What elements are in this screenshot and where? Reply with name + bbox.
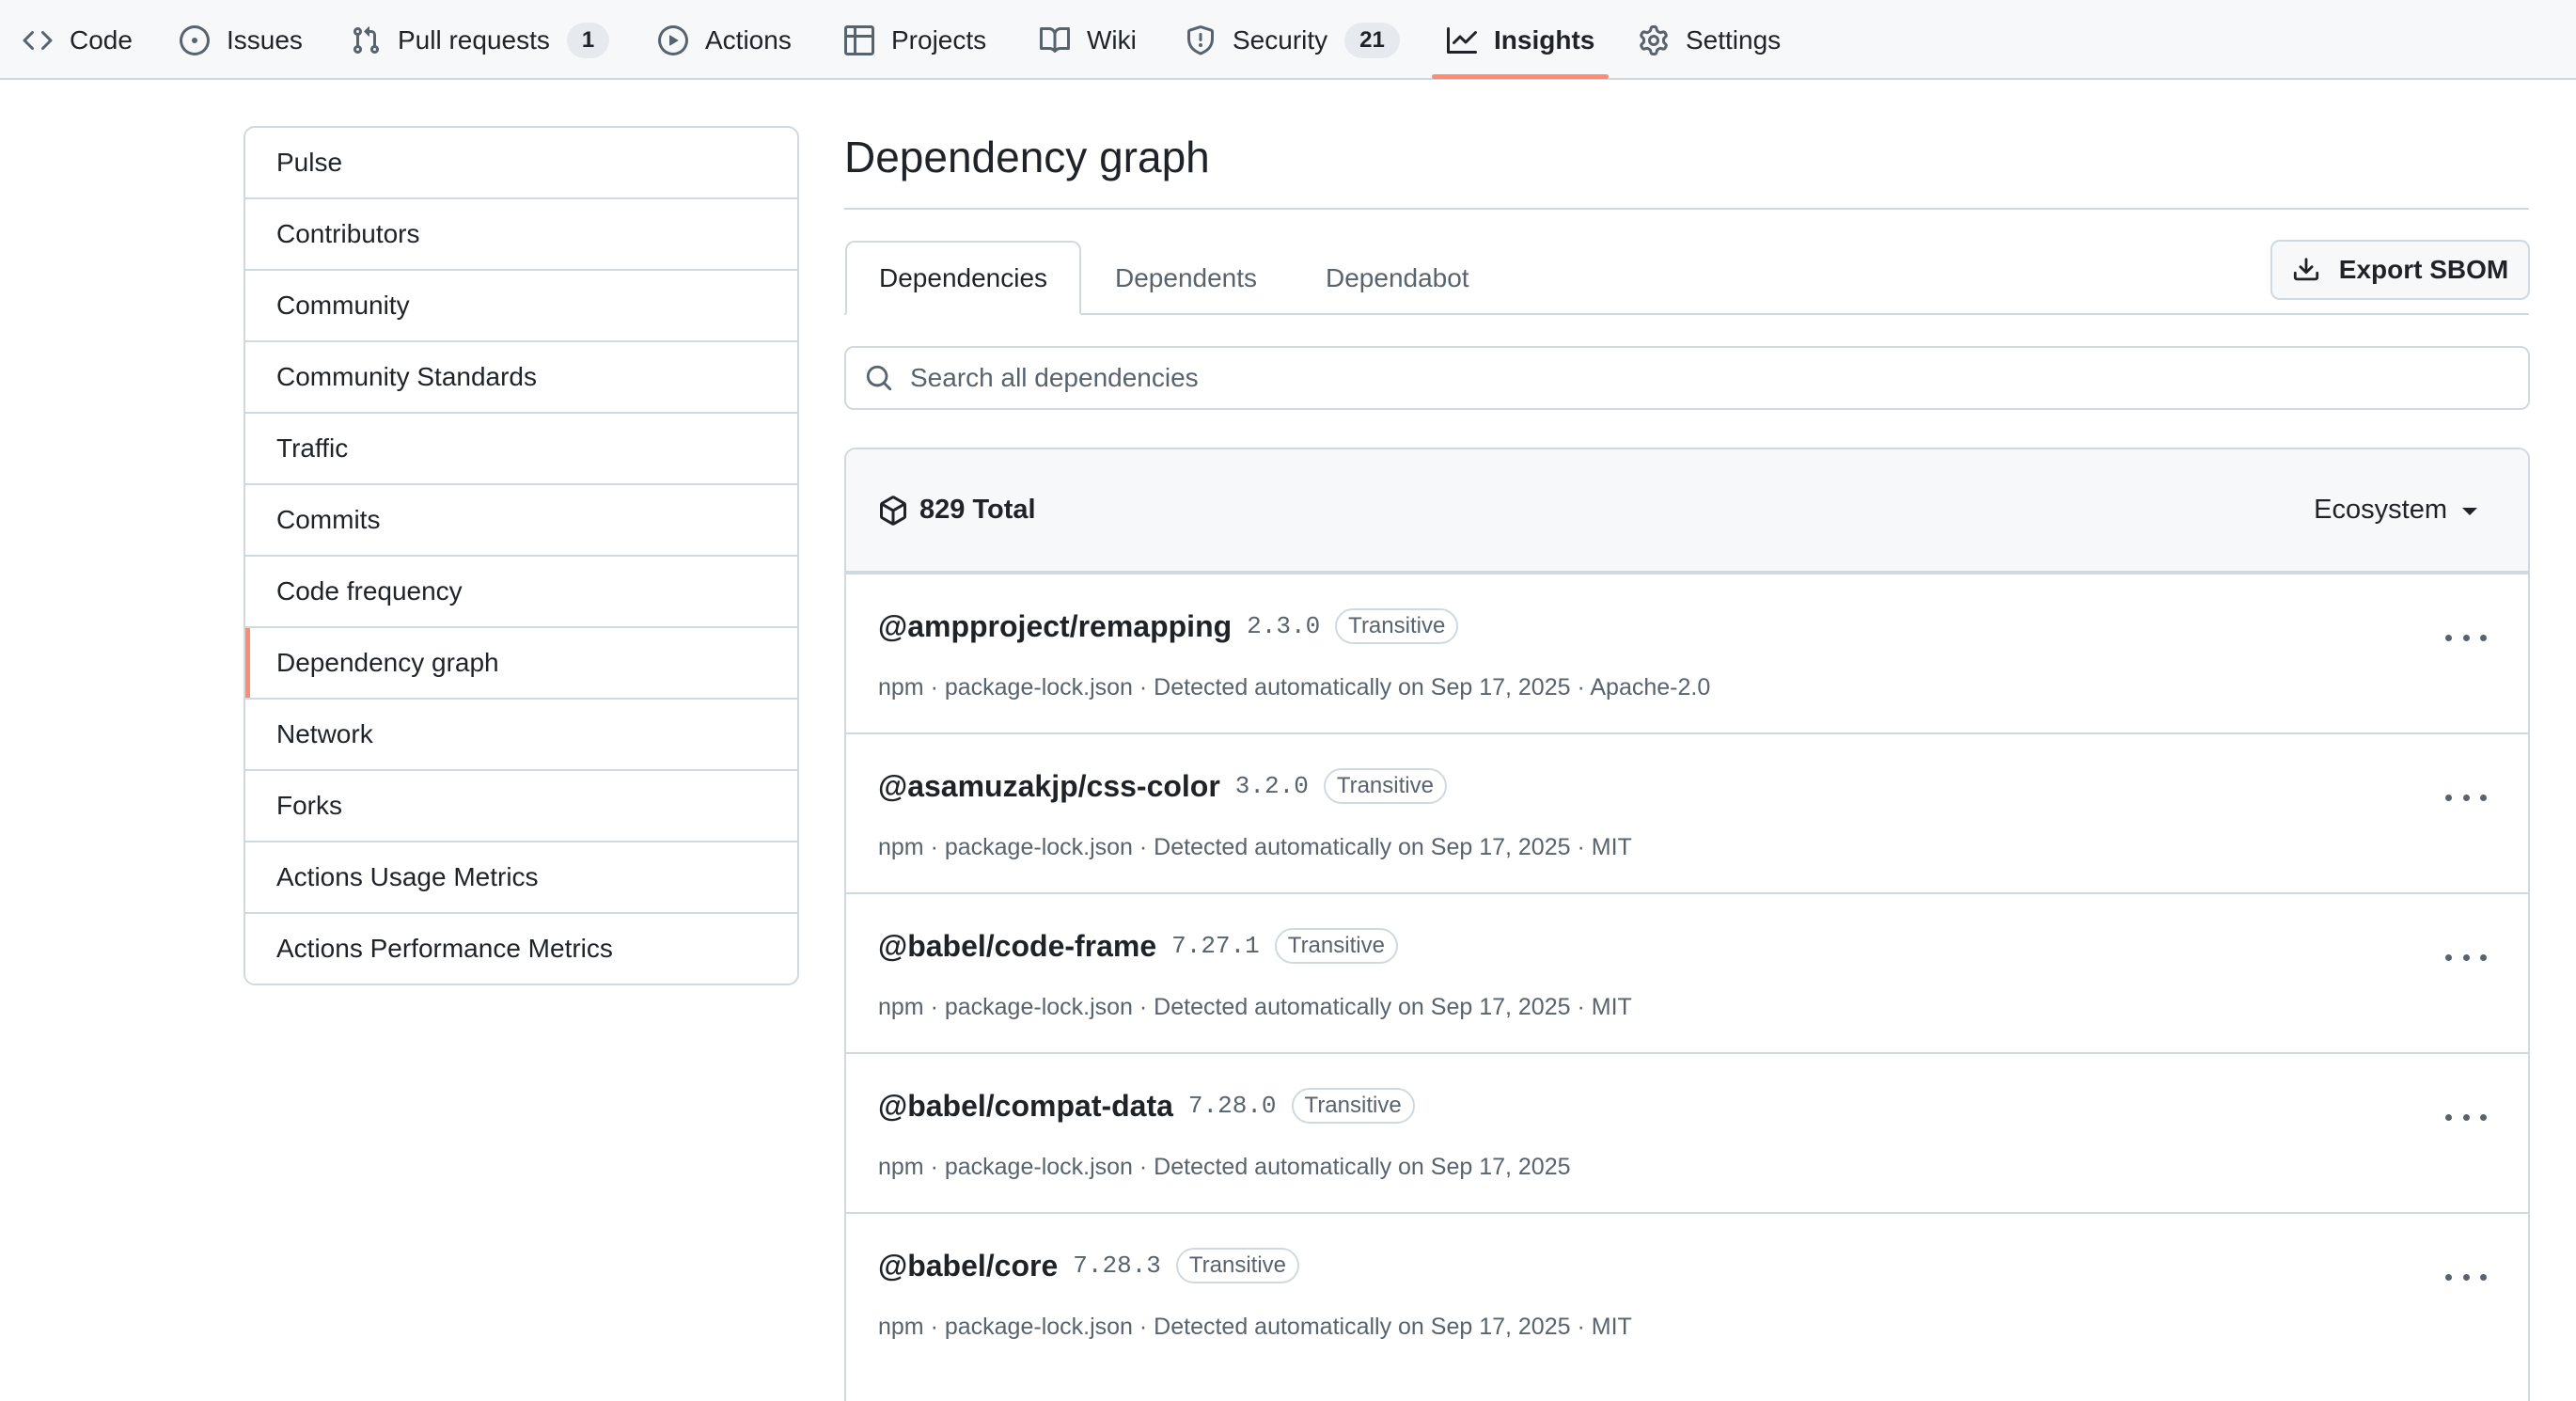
nav-security-label: Security — [1233, 24, 1328, 55]
search-icon — [866, 365, 892, 391]
dependency-name[interactable]: @asamuzakjp/css-color — [878, 769, 1220, 804]
dependency-list-header: 829 Total Ecosystem — [846, 449, 2528, 573]
ecosystem-label: Ecosystem — [2314, 495, 2447, 525]
page-title: Dependency graph — [844, 133, 1210, 181]
dependency-row: @babel/code-frame 7.27.1 Transitive npm … — [846, 892, 2528, 1052]
sidebar-item-network[interactable]: Network — [245, 698, 797, 769]
pull-requests-count: 1 — [566, 22, 610, 58]
sidebar-item-actions-usage-metrics[interactable]: Actions Usage Metrics — [245, 841, 797, 912]
kebab-horizontal-icon[interactable] — [2445, 941, 2487, 973]
sidebar-item-forks[interactable]: Forks — [245, 769, 797, 841]
title-divider — [844, 208, 2529, 210]
dependency-name[interactable]: @babel/code-frame — [878, 929, 1156, 964]
nav-settings-label: Settings — [1686, 24, 1782, 55]
nav-security[interactable]: Security 21 — [1186, 0, 1400, 80]
book-icon — [1040, 26, 1070, 53]
nav-actions[interactable]: Actions — [658, 0, 792, 80]
repo-nav: Code Issues Pull requests 1 Actions Proj… — [0, 0, 2576, 80]
nav-projects[interactable]: Projects — [844, 0, 986, 80]
nav-actions-label: Actions — [705, 24, 792, 55]
kebab-horizontal-icon[interactable] — [2445, 1261, 2487, 1293]
pull-request-icon — [353, 25, 380, 54]
export-sbom-label: Export SBOM — [2338, 255, 2509, 284]
nav-wiki[interactable]: Wiki — [1040, 0, 1137, 80]
nav-pull-requests[interactable]: Pull requests 1 — [351, 0, 610, 80]
nav-issues[interactable]: Issues — [180, 0, 303, 80]
dependency-version: 2.3.0 — [1247, 612, 1321, 640]
shield-icon — [1187, 24, 1214, 55]
dependency-version: 7.28.3 — [1073, 1251, 1161, 1280]
dependency-meta: npm · package-lock.json · Detected autom… — [878, 1154, 1571, 1180]
triangle-down-icon — [2462, 508, 2477, 515]
transitive-badge: Transitive — [1274, 928, 1398, 964]
dependency-search[interactable] — [844, 346, 2530, 410]
package-icon — [880, 495, 906, 526]
kebab-horizontal-icon[interactable] — [2445, 781, 2487, 813]
dependency-meta: npm · package-lock.json · Detected autom… — [878, 994, 1632, 1020]
total-count: 829 Total — [878, 495, 1036, 526]
total-label: 829 Total — [919, 495, 1036, 525]
sidebar-item-commits[interactable]: Commits — [245, 483, 797, 555]
transitive-badge: Transitive — [1335, 608, 1459, 644]
tab-dependents[interactable]: Dependents — [1083, 241, 1289, 315]
nav-settings[interactable]: Settings — [1639, 0, 1781, 80]
nav-projects-label: Projects — [891, 24, 987, 55]
sidebar-item-dependency-graph[interactable]: Dependency graph — [245, 626, 797, 698]
dependency-meta: npm · package-lock.json · Detected autom… — [878, 674, 1711, 700]
export-sbom-button[interactable]: Export SBOM — [2270, 240, 2530, 300]
sidebar-item-code-frequency[interactable]: Code frequency — [245, 555, 797, 626]
dependency-meta: npm · package-lock.json · Detected autom… — [878, 834, 1632, 860]
selected-tab-underline — [1432, 74, 1609, 79]
download-icon — [2293, 258, 2318, 281]
gear-icon — [1640, 24, 1668, 55]
sidebar-item-contributors[interactable]: Contributors — [245, 197, 797, 269]
kebab-horizontal-icon[interactable] — [2445, 622, 2487, 653]
dependency-list: 829 Total Ecosystem @ampproject/remappin… — [844, 448, 2530, 1401]
nav-pull-requests-label: Pull requests — [398, 24, 550, 55]
issue-icon — [180, 24, 210, 55]
code-icon — [23, 30, 53, 50]
sidebar-item-traffic[interactable]: Traffic — [245, 412, 797, 483]
dependency-version: 7.28.0 — [1187, 1092, 1277, 1120]
tab-dependabot[interactable]: Dependabot — [1294, 241, 1501, 315]
sidebar-item-pulse[interactable]: Pulse — [245, 128, 797, 197]
tab-dependencies[interactable]: Dependencies — [845, 241, 1082, 315]
dependency-row: @ampproject/remapping 2.3.0 Transitive n… — [846, 573, 2528, 732]
nav-code-label: Code — [70, 24, 133, 55]
dependency-name[interactable]: @ampproject/remapping — [878, 609, 1232, 644]
nav-insights-label: Insights — [1494, 24, 1595, 55]
dependency-name[interactable]: @babel/compat-data — [878, 1089, 1173, 1124]
search-input[interactable] — [910, 350, 2528, 406]
dependency-row: @babel/core 7.28.3 Transitive npm · pack… — [846, 1212, 2528, 1372]
nav-insights[interactable]: Insights — [1447, 0, 1594, 80]
kebab-horizontal-icon[interactable] — [2445, 1101, 2487, 1133]
dependency-meta: npm · package-lock.json · Detected autom… — [878, 1314, 1632, 1340]
graph-icon — [1447, 26, 1477, 54]
play-icon — [658, 24, 688, 55]
insights-side-menu: Pulse Contributors Community Community S… — [243, 126, 799, 985]
transitive-badge: Transitive — [1323, 768, 1447, 804]
security-count: 21 — [1344, 22, 1400, 58]
table-icon — [844, 24, 874, 55]
nav-code[interactable]: Code — [23, 0, 133, 80]
sidebar-item-actions-performance-metrics[interactable]: Actions Performance Metrics — [245, 912, 797, 984]
dependency-version: 7.27.1 — [1171, 932, 1260, 960]
dependency-name[interactable]: @babel/core — [878, 1249, 1058, 1283]
transitive-badge: Transitive — [1291, 1088, 1415, 1124]
sidebar-item-community-standards[interactable]: Community Standards — [245, 340, 797, 412]
transitive-badge: Transitive — [1175, 1248, 1300, 1283]
dependency-row: @babel/compat-data 7.28.0 Transitive npm… — [846, 1052, 2528, 1212]
nav-wiki-label: Wiki — [1087, 24, 1137, 55]
ecosystem-filter[interactable]: Ecosystem — [2314, 449, 2477, 571]
dependency-version: 3.2.0 — [1234, 772, 1309, 800]
dependency-row: @asamuzakjp/css-color 3.2.0 Transitive n… — [846, 732, 2528, 892]
sidebar-item-community[interactable]: Community — [245, 269, 797, 340]
nav-issues-label: Issues — [227, 24, 303, 55]
